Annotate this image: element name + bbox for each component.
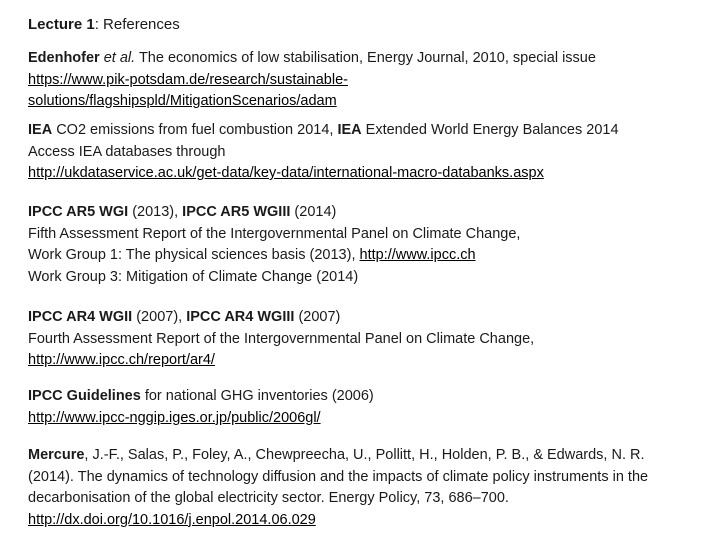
- reference-ipcc-ar4: IPCC AR4 WGII (2007), IPCC AR4 WGIII (20…: [28, 307, 534, 372]
- reference-link[interactable]: http://www.ipcc.ch/report/ar4/: [28, 352, 215, 368]
- reference-line: IEA CO2 emissions from fuel combustion 2…: [28, 120, 619, 142]
- reference-mercure: Mercure, J.-F., Salas, P., Foley, A., Ch…: [28, 445, 648, 531]
- reference-text: (2007),: [132, 309, 187, 325]
- slide-title: Lecture 1: References: [28, 14, 180, 36]
- title-lecture-number: Lecture 1: [28, 16, 95, 33]
- reference-link[interactable]: http://www.ipcc-nggip.iges.or.jp/public/…: [28, 410, 321, 426]
- et-al: et al.: [103, 50, 136, 66]
- report-name: IPCC AR4 WGIII: [186, 309, 295, 325]
- author: Edenhofer: [28, 50, 100, 66]
- reference-url-block[interactable]: https://www.pik-potsdam.de/research/sust…: [28, 70, 596, 92]
- reference-url-line: http://www.ipcc-nggip.iges.or.jp/public/…: [28, 408, 374, 430]
- reference-link[interactable]: http://ukdataservice.ac.uk/get-data/key-…: [28, 165, 544, 181]
- report-name: IPCC AR5 WGI: [28, 204, 129, 220]
- reference-iea: IEA CO2 emissions from fuel combustion 2…: [28, 120, 619, 185]
- report-name: IPCC Guidelines: [28, 388, 141, 404]
- reference-edenhofer: Edenhofer et al. The economics of low st…: [28, 48, 596, 113]
- reference-text: , J.-F., Salas, P., Foley, A., Chewpreec…: [84, 447, 645, 463]
- report-name: IPCC AR4 WGII: [28, 309, 133, 325]
- reference-line: Edenhofer et al. The economics of low st…: [28, 48, 596, 70]
- reference-text: The economics of low stabilisation, Ener…: [135, 50, 596, 66]
- reference-line: Work Group 1: The physical sciences basi…: [28, 245, 520, 267]
- reference-url-continuation: solutions/flagshipspld/MitigationScenari…: [28, 91, 596, 113]
- reference-line: IPCC Guidelines for national GHG invento…: [28, 386, 374, 408]
- org-iea: IEA: [337, 122, 362, 138]
- reference-line: Fifth Assessment Report of the Intergove…: [28, 225, 521, 242]
- slide: Lecture 1: References Edenhofer et al. T…: [0, 0, 720, 540]
- title-text: : References: [94, 16, 180, 33]
- reference-line: Fourth Assessment Report of the Intergov…: [28, 330, 535, 347]
- reference-text: (2014): [290, 204, 337, 220]
- reference-link[interactable]: http://dx.doi.org/10.1016/j.enpol.2014.0…: [28, 512, 316, 528]
- report-name: IPCC AR5 WGIII: [182, 204, 291, 220]
- reference-line: Mercure, J.-F., Salas, P., Foley, A., Ch…: [28, 445, 648, 467]
- reference-line: (2014). The dynamics of technology diffu…: [28, 468, 649, 485]
- reference-url-line: http://www.ipcc.ch/report/ar4/: [28, 350, 534, 372]
- reference-line: IPCC AR4 WGII (2007), IPCC AR4 WGIII (20…: [28, 307, 534, 329]
- reference-url-line: http://dx.doi.org/10.1016/j.enpol.2014.0…: [28, 510, 648, 532]
- reference-line: Work Group 3: Mitigation of Climate Chan…: [28, 268, 359, 285]
- reference-url-line: http://ukdataservice.ac.uk/get-data/key-…: [28, 163, 619, 185]
- reference-link[interactable]: http://www.ipcc.ch: [360, 247, 476, 263]
- reference-link-continued[interactable]: solutions/flagshipspld/MitigationScenari…: [28, 93, 337, 109]
- reference-text: Work Group 1: The physical sciences basi…: [28, 247, 360, 263]
- reference-line: Access IEA databases through: [28, 143, 226, 160]
- org-iea: IEA: [28, 122, 53, 138]
- reference-text: Extended World Energy Balances 2014: [361, 122, 619, 138]
- reference-ipcc-guidelines: IPCC Guidelines for national GHG invento…: [28, 386, 374, 429]
- reference-text: (2007): [294, 309, 341, 325]
- reference-text: (2013),: [128, 204, 183, 220]
- reference-line: IPCC AR5 WGI (2013), IPCC AR5 WGIII (201…: [28, 202, 520, 224]
- reference-text: for national GHG inventories (2006): [140, 388, 374, 404]
- reference-line: decarbonisation of the global electricit…: [28, 490, 509, 506]
- author: Mercure: [28, 447, 85, 463]
- reference-ipcc-ar5: IPCC AR5 WGI (2013), IPCC AR5 WGIII (201…: [28, 202, 520, 288]
- reference-text: CO2 emissions from fuel combustion 2014,: [52, 122, 338, 138]
- reference-link[interactable]: https://www.pik-potsdam.de/research/sust…: [28, 72, 348, 88]
